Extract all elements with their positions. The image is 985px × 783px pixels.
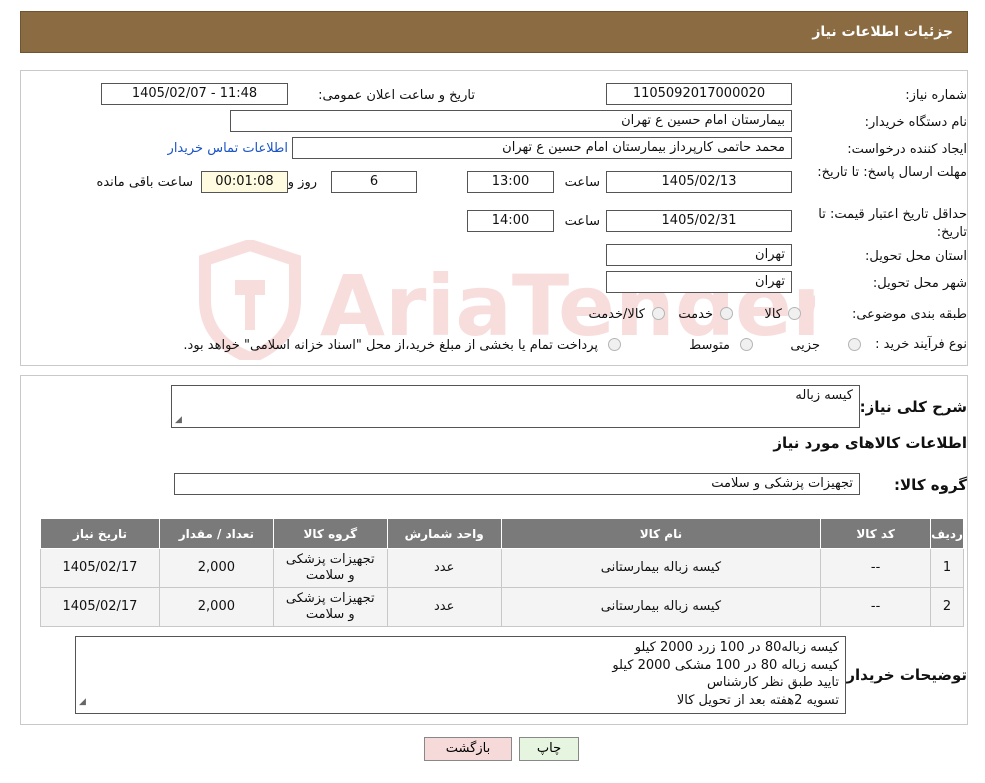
need-number-label: شماره نیاز: [905, 88, 967, 103]
buyer-org-label: نام دستگاه خریدار: [864, 115, 967, 130]
th-unit: واحد شمارش [386, 518, 502, 549]
th-name: نام کالا [500, 518, 822, 549]
province-field: تهران [606, 244, 792, 266]
items-table: ردیف کد کالا نام کالا واحد شمارش گروه کا… [40, 518, 964, 627]
days-field: 6 [331, 171, 417, 193]
cell-name: کیسه زباله بیمارستانی [500, 587, 822, 627]
page-title: جزئیات اطلاعات نیاز [812, 24, 953, 40]
cell-code: -- [820, 587, 932, 627]
category-option-service: خدمت [678, 307, 713, 322]
cell-qty: 2,000 [158, 548, 274, 588]
validity-time-label: ساعت [564, 214, 600, 229]
buyer-note-line: کیسه زباله 80 در 100 مشکی 2000 کیلو [612, 657, 839, 673]
table-row: 1 -- کیسه زباله بیمارستانی عدد تجهیزات پ… [40, 548, 964, 588]
deadline-time-field: 13:00 [467, 171, 554, 193]
cell-date: 1405/02/17 [40, 587, 160, 627]
goods-group-field: تجهیزات پزشکی و سلامت [174, 473, 860, 495]
th-date: تاریخ نیاز [40, 518, 160, 549]
category-radio-goods[interactable] [788, 307, 801, 320]
cell-row: 2 [930, 587, 964, 627]
cell-name: کیسه زباله بیمارستانی [500, 548, 822, 588]
cell-qty: 2,000 [158, 587, 274, 627]
cell-date: 1405/02/17 [40, 548, 160, 588]
cell-group: تجهیزات پزشکی و سلامت [272, 587, 388, 627]
days-label: روز و [287, 175, 317, 190]
cell-code: -- [820, 548, 932, 588]
category-label: طبقه بندی موضوعی: [851, 307, 967, 322]
buyer-notes-label: توضیحات خریدار: [840, 666, 967, 684]
creator-field: محمد حاتمی کارپرداز بیمارستان امام حسین … [292, 137, 792, 159]
need-number-field: 1105092017000020 [606, 83, 792, 105]
remaining-time-field: 00:01:08 [201, 171, 288, 193]
summary-text: کیسه زباله [795, 388, 853, 403]
validity-label: حداقل تاریخ اعتبار قیمت: تا تاریخ: [818, 207, 967, 240]
process-radio-medium[interactable] [740, 338, 753, 351]
process-option-minor: جزیی [790, 338, 820, 353]
buyer-note-line: تسویه 2هفته بعد از تحویل کالا [676, 692, 839, 708]
page-header: جزئیات اطلاعات نیاز [20, 11, 968, 53]
process-note: پرداخت تمام یا بخشی از مبلغ خرید،از محل … [183, 338, 598, 353]
th-group: گروه کالا [272, 518, 388, 549]
process-radio-minor[interactable] [848, 338, 861, 351]
goods-section-title: اطلاعات کالاهای مورد نیاز [773, 434, 967, 452]
validity-date-field: 1405/02/31 [606, 210, 792, 232]
table-header-row: ردیف کد کالا نام کالا واحد شمارش گروه کا… [40, 518, 964, 549]
creator-label: ایجاد کننده درخواست: [847, 142, 967, 157]
buyer-note-line: تایید طبق نظر کارشناس [707, 675, 839, 690]
print-button[interactable]: چاپ [519, 737, 579, 761]
category-radio-service[interactable] [720, 307, 733, 320]
process-option-medium: متوسط [689, 338, 730, 353]
th-qty: تعداد / مقدار [158, 518, 274, 549]
buyer-org-field: بیمارستان امام حسین ع تهران [230, 110, 792, 132]
buyer-contact-link[interactable]: اطلاعات تماس خریدار [168, 141, 288, 156]
buyer-note-line: کیسه زباله80 در 100 زرد 2000 کیلو [634, 640, 839, 655]
province-label: استان محل تحویل: [865, 249, 967, 264]
process-label: نوع فرآیند خرید : [875, 337, 967, 352]
resize-grip-icon[interactable]: ◢ [79, 694, 86, 712]
goods-group-label: گروه کالا: [894, 476, 967, 494]
category-option-goods-service: کالا/خدمت [588, 307, 645, 322]
category-option-goods: کالا [764, 307, 782, 322]
category-radio-goods-service[interactable] [652, 307, 665, 320]
cell-unit: عدد [386, 548, 502, 588]
process-radio-treasury[interactable] [608, 338, 621, 351]
table-row: 2 -- کیسه زباله بیمارستانی عدد تجهیزات پ… [40, 587, 964, 627]
announce-label: تاریخ و ساعت اعلان عمومی: [318, 88, 475, 103]
th-row: ردیف [930, 518, 964, 549]
deadline-label: مهلت ارسال پاسخ: تا تاریخ: [817, 165, 967, 180]
summary-label: شرح کلی نیاز: [859, 398, 967, 416]
announce-field: 1405/02/07 - 11:48 [101, 83, 288, 105]
cell-row: 1 [930, 548, 964, 588]
city-label: شهر محل تحویل: [872, 276, 967, 291]
resize-grip-icon[interactable]: ◢ [175, 415, 182, 425]
remaining-label: ساعت باقی مانده [96, 175, 193, 190]
deadline-date-field: 1405/02/13 [606, 171, 792, 193]
cell-group: تجهیزات پزشکی و سلامت [272, 548, 388, 588]
validity-time-field: 14:00 [467, 210, 554, 232]
buyer-notes-textarea[interactable]: کیسه زباله80 در 100 زرد 2000 کیلو کیسه ز… [75, 636, 846, 714]
th-code: کد کالا [820, 518, 932, 549]
cell-unit: عدد [386, 587, 502, 627]
deadline-time-label: ساعت [564, 175, 600, 190]
summary-textarea[interactable]: کیسه زباله ◢ [171, 385, 860, 428]
city-field: تهران [606, 271, 792, 293]
back-button[interactable]: بازگشت [424, 737, 512, 761]
